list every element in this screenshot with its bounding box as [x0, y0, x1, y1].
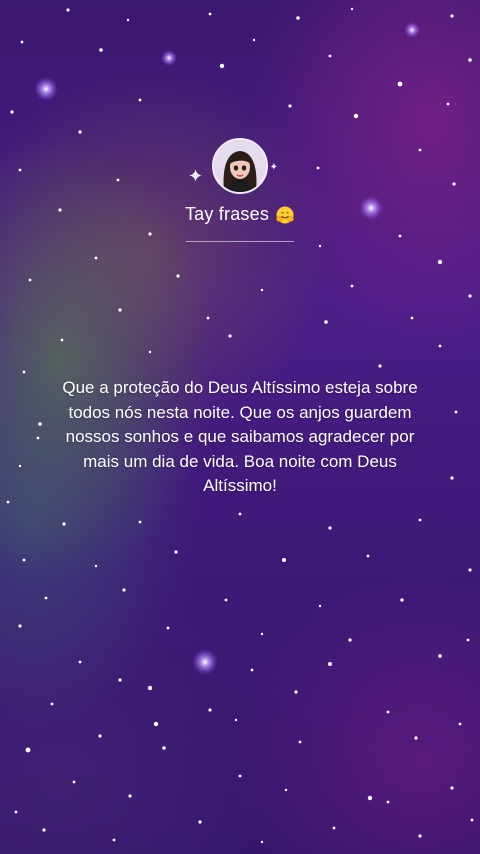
sparkle-icon: ✦ [269, 162, 278, 173]
quote-text: Que a proteção do Deus Altíssimo esteja … [62, 378, 418, 495]
avatar[interactable] [212, 138, 268, 194]
avatar-container: ✦ ✦ [188, 138, 278, 194]
woman-avatar-icon [214, 140, 266, 192]
glow-star [34, 77, 58, 101]
story-screen: ✦ ✦ Tay frases Que a proteção do Deus Al… [0, 0, 480, 854]
glow-star [192, 649, 218, 675]
hugging-face-emoji-icon [276, 206, 294, 223]
divider [186, 241, 294, 242]
profile-name-row: Tay frases [185, 204, 295, 225]
glow-star [404, 22, 420, 38]
profile-name[interactable]: Tay frases [185, 204, 269, 225]
profile-header: ✦ ✦ Tay frases [0, 138, 480, 242]
sparkle-icon: ✦ [188, 166, 204, 187]
glow-star [161, 50, 177, 66]
